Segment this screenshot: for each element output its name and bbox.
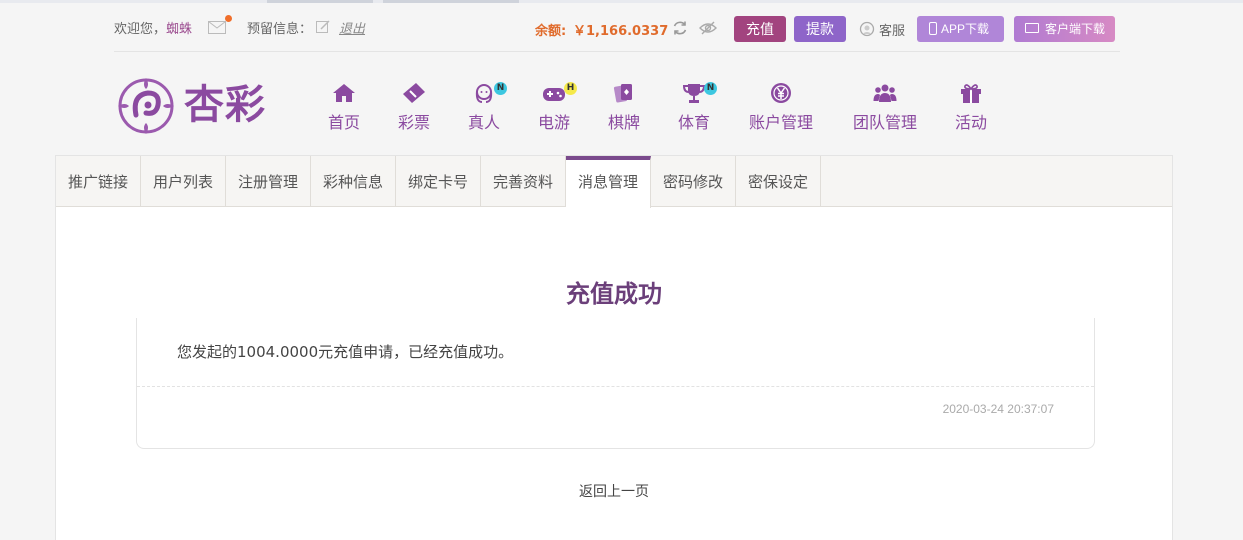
sub-tabs: 推广链接 用户列表 注册管理 彩种信息 绑定卡号 完善资料 消息管理 密码修改 …	[56, 156, 1172, 208]
welcome-text: 欢迎您，	[114, 22, 167, 37]
nav-item-cards[interactable]: 棋牌	[600, 78, 648, 134]
phone-icon	[929, 22, 937, 35]
monitor-icon	[1025, 23, 1039, 33]
gift-icon	[961, 84, 981, 103]
nav-label: 棋牌	[607, 113, 640, 132]
team-icon	[873, 84, 897, 102]
withdraw-button[interactable]: 提款	[794, 16, 846, 42]
balance-label: 余额:	[535, 24, 567, 39]
tab-registration[interactable]: 注册管理	[226, 156, 311, 207]
home-icon	[333, 84, 355, 102]
tab-lottery-info[interactable]: 彩种信息	[311, 156, 396, 207]
nav-label: 彩票	[397, 113, 430, 132]
message-body: 您发起的1004.0000元充值申请，已经充值成功。	[177, 343, 514, 361]
nav-label: 首页	[327, 113, 360, 132]
recharge-button[interactable]: 充值	[734, 16, 786, 42]
nav-item-lottery[interactable]: 彩票	[390, 78, 438, 134]
nav-item-account[interactable]: 账户管理	[742, 78, 820, 134]
client-download-button[interactable]: 客户端下载	[1014, 16, 1115, 42]
nav-label: 账户管理	[748, 113, 813, 132]
cards-icon	[613, 84, 632, 103]
app-download-button[interactable]: APP下载	[917, 16, 1004, 42]
tab-bind-card[interactable]: 绑定卡号	[396, 156, 481, 207]
nav-item-home[interactable]: 首页	[320, 78, 368, 134]
app-download-label: APP下载	[941, 22, 990, 36]
client-download-label: 客户端下载	[1045, 22, 1106, 36]
new-badge: N	[704, 82, 717, 95]
hot-badge: H	[564, 82, 577, 95]
reserved-info-label: 预留信息：	[247, 22, 313, 37]
live-dealer-icon	[475, 84, 493, 103]
gamepad-icon	[543, 88, 565, 101]
browser-tab[interactable]	[267, 0, 373, 3]
yen-icon	[771, 83, 791, 103]
customer-service-link[interactable]: 客服	[879, 20, 905, 39]
customer-service-icon[interactable]	[859, 21, 875, 37]
nav-label: 体育	[677, 113, 710, 132]
nav-label: 团队管理	[852, 113, 917, 132]
trophy-icon	[682, 84, 706, 103]
message-box: 您发起的1004.0000元充值申请，已经充值成功。 2020-03-24 20…	[136, 318, 1095, 449]
balance-value: ￥1,166.0337	[573, 24, 669, 39]
site-logo[interactable]: 杏彩	[114, 75, 266, 137]
logout-link[interactable]: 退出	[339, 18, 365, 37]
nav-item-egames[interactable]: H 电游	[530, 78, 578, 134]
hide-balance-icon[interactable]	[699, 20, 717, 36]
tab-security[interactable]: 密保设定	[736, 156, 821, 207]
back-link[interactable]: 返回上一页	[56, 481, 1172, 501]
tab-messages[interactable]: 消息管理	[566, 156, 651, 208]
nav-item-team[interactable]: 团队管理	[846, 78, 924, 134]
tab-promo-link[interactable]: 推广链接	[56, 156, 141, 207]
top-bar: 欢迎您， 蜘蛛 预留信息： 退出 余额: ￥1,166.0337 充值 提款 客…	[114, 10, 1120, 50]
message-timestamp: 2020-03-24 20:37:07	[942, 402, 1054, 416]
new-badge: N	[494, 82, 507, 95]
logo-emblem-icon	[118, 78, 174, 134]
nav-item-events[interactable]: 活动	[947, 78, 995, 134]
browser-tab[interactable]	[383, 0, 519, 3]
tab-password[interactable]: 密码修改	[651, 156, 736, 207]
ticket-icon	[403, 83, 425, 103]
nav-label: 电游	[537, 113, 570, 132]
mail-icon[interactable]	[208, 19, 226, 34]
message-divider	[137, 386, 1094, 387]
nav-label: 活动	[954, 113, 987, 132]
edit-icon[interactable]	[316, 19, 330, 33]
nav-item-sports[interactable]: N 体育	[670, 78, 718, 134]
unread-dot	[225, 15, 232, 22]
message-title: 充值成功	[566, 280, 662, 308]
logo-text: 杏彩	[184, 81, 266, 128]
topbar-divider	[114, 51, 1120, 52]
content-panel: 推广链接 用户列表 注册管理 彩种信息 绑定卡号 完善资料 消息管理 密码修改 …	[55, 155, 1173, 540]
tab-user-list[interactable]: 用户列表	[141, 156, 226, 207]
nav-label: 真人	[467, 113, 500, 132]
username[interactable]: 蜘蛛	[166, 18, 192, 37]
browser-tabs-strip	[0, 0, 1243, 3]
tab-profile[interactable]: 完善资料	[481, 156, 566, 207]
nav-item-live[interactable]: N 真人	[460, 78, 508, 134]
refresh-icon[interactable]	[672, 20, 688, 36]
